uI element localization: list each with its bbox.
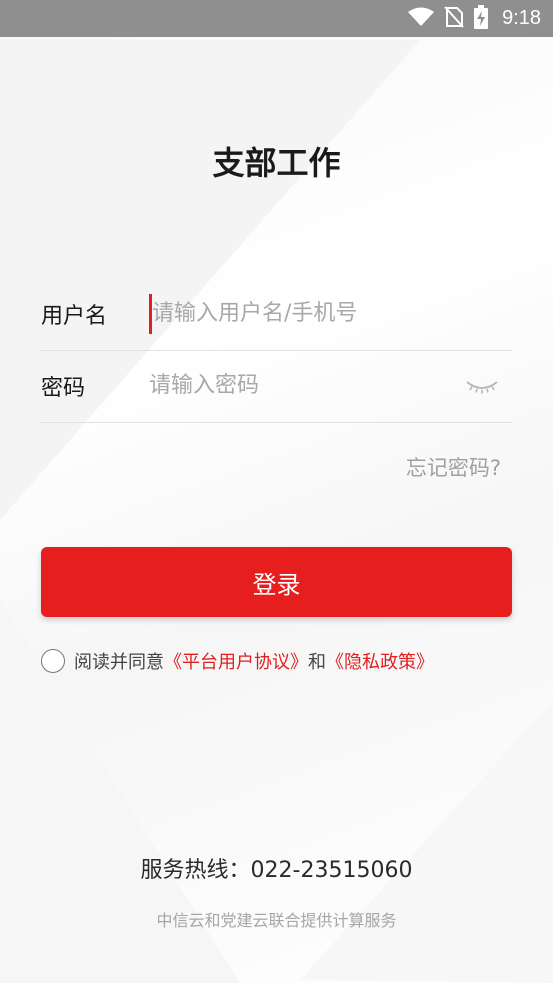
status-time: 9:18 (502, 7, 541, 29)
password-input[interactable] (149, 365, 462, 406)
eye-closed-icon[interactable] (462, 374, 502, 398)
service-hotline: 服务热线：022-23515060 (140, 858, 413, 883)
privacy-policy-link[interactable]: 《隐私政策》 (326, 648, 434, 674)
agreement-prefix: 阅读并同意 (74, 652, 164, 673)
battery-charging-icon (474, 4, 489, 33)
forgot-password-link[interactable]: 忘记密码? (406, 452, 501, 482)
wifi-icon (408, 7, 435, 31)
status-bar: 9:18 (0, 0, 553, 37)
login-button[interactable]: 登录 (41, 547, 512, 617)
page-title: 支部工作 (212, 144, 341, 182)
agreement-radio[interactable] (41, 649, 65, 673)
no-sim-icon (444, 5, 464, 32)
login-screen: 9:18 支部工作 用户名 密码 忘记密码? 登录 阅读并同意 《平台用户协议》 (0, 0, 553, 983)
username-row: 用户名 (41, 277, 512, 351)
username-label: 用户名 (41, 303, 108, 329)
user-agreement-link[interactable]: 《平台用户协议》 (164, 648, 308, 674)
password-label: 密码 (41, 375, 86, 401)
password-row: 密码 (41, 349, 512, 423)
agreement-conjunction: 和 (308, 652, 326, 673)
username-input[interactable] (149, 293, 512, 334)
agreement-row: 阅读并同意 《平台用户协议》 和 《隐私政策》 (41, 648, 434, 674)
provider-text: 中信云和党建云联合提供计算服务 (156, 911, 397, 930)
